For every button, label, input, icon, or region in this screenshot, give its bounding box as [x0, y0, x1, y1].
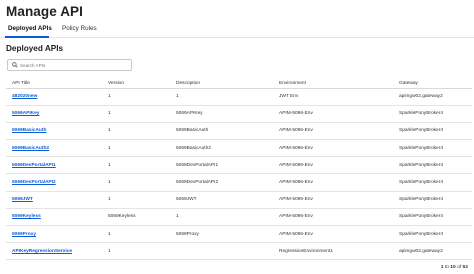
deployed-apis-table: API Title Version Description Environmen…	[6, 79, 472, 261]
table-row: APIKeyRegressionService 1 RegressionEnvi…	[6, 242, 472, 261]
table-row: 5069BasicAuth 1 5069BasicAuth APIM-5096-…	[6, 122, 472, 141]
tab-deployed-apis[interactable]: Deployed APIs	[8, 25, 52, 32]
table-row: 5069Keyless 5069Keyless 1 APIM-5096-Env …	[6, 208, 472, 227]
api-title-link[interactable]: 5069DevPortalAPI2	[12, 180, 56, 185]
gateway-cell: SparklePonyBroker4	[393, 139, 472, 158]
gateway-cell: apimgw02.gateway2	[393, 242, 472, 261]
version-cell: 1	[102, 105, 170, 123]
description-cell: 5069DevPortalAPI2	[170, 173, 273, 192]
gateway-cell: apimgw02.gateway2	[393, 88, 472, 106]
gateway-cell: SparklePonyBroker4	[393, 156, 472, 175]
description-cell: 5069APIKey	[170, 105, 273, 123]
column-header-version[interactable]: Version	[102, 79, 170, 89]
api-title-cell: 5069BasicAuth	[6, 122, 102, 141]
api-title-link[interactable]: APIKeyRegressionService	[12, 249, 72, 254]
version-cell: 1	[102, 225, 170, 244]
table-header-row: API Title Version Description Environmen…	[6, 79, 472, 89]
version-cell: 1	[102, 173, 170, 192]
gateway-cell: SparklePonyBroker4	[393, 105, 472, 123]
environment-cell: APIM-5096-Env	[273, 105, 393, 123]
gateway-cell: SparklePonyBroker4	[393, 173, 472, 192]
table-row: 5069BasicAuth2 1 5069BasicAuth2 APIM-509…	[6, 139, 472, 158]
environment-cell: JWT Env	[273, 88, 393, 106]
pagination-end: 10	[450, 265, 456, 270]
environment-cell: APIM-5096-Env	[273, 122, 393, 141]
search-input[interactable]	[20, 62, 130, 68]
api-title-cell: 5069JWT	[6, 191, 102, 209]
api-title-link[interactable]: 482020new	[12, 94, 37, 99]
api-title-link[interactable]: 5069JWT	[12, 197, 33, 202]
description-cell: 5069BasicAuth2	[170, 139, 273, 158]
tab-policy-rules[interactable]: Policy Rules	[62, 25, 97, 32]
gateway-cell: SparklePonyBroker4	[393, 122, 472, 141]
api-title-link[interactable]: 5069BasicAuth2	[12, 146, 49, 151]
environment-cell: APIM-5096-Env	[273, 173, 393, 192]
version-cell: 1	[102, 191, 170, 209]
api-title-cell: 5069DevPortalAPI2	[6, 173, 102, 192]
api-title-cell: 5069DevPortalAPI1	[6, 156, 102, 175]
api-title-link[interactable]: 5069BasicAuth	[12, 128, 46, 133]
column-header-description[interactable]: Description	[170, 79, 273, 89]
search-box[interactable]	[7, 59, 132, 71]
table-row: 5069JWT 1 5069JWT APIM-5096-Env SparkleP…	[6, 191, 472, 209]
api-title-cell: 5069Proxy	[6, 225, 102, 244]
table-row: 5069APIKey 1 5069APIKey APIM-5096-Env Sp…	[6, 105, 472, 123]
version-cell: 1	[102, 156, 170, 175]
pagination-total: 52	[462, 265, 468, 270]
version-cell: 1	[102, 139, 170, 158]
environment-cell: APIM-5096-Env	[273, 156, 393, 175]
api-title-cell: 482020new	[6, 88, 102, 106]
description-cell: 5069DevPortalAPI1	[170, 156, 273, 175]
table-row: 5069Proxy 1 5069Proxy APIM-5096-Env Spar…	[6, 225, 472, 244]
gateway-cell: SparklePonyBroker4	[393, 208, 472, 227]
environment-cell: APIM-5096-Env	[273, 208, 393, 227]
api-title-link[interactable]: 5069Proxy	[12, 232, 36, 237]
environment-cell: APIM-5096-Env	[273, 191, 393, 209]
column-header-api-title[interactable]: API Title	[6, 79, 102, 89]
description-cell	[170, 242, 273, 261]
gateway-cell: SparklePonyBroker4	[393, 225, 472, 244]
description-cell: 5069JWT	[170, 191, 273, 209]
version-cell: 1	[102, 88, 170, 106]
description-cell: 1	[170, 208, 273, 227]
api-title-link[interactable]: 5069Keyless	[12, 214, 41, 219]
pagination-start: 1	[440, 265, 444, 270]
api-title-cell: 5069Keyless	[6, 208, 102, 227]
page-title: Manage API	[6, 4, 84, 19]
column-header-gateway[interactable]: Gateway	[393, 79, 472, 89]
search-icon	[11, 62, 18, 69]
pagination-of: of	[457, 265, 462, 270]
environment-cell: RegressionEnvironment1	[273, 242, 393, 261]
column-header-environment[interactable]: Environment	[273, 79, 393, 89]
table-row: 5069DevPortalAPI2 1 5069DevPortalAPI2 AP…	[6, 173, 472, 192]
api-title-cell: 5069BasicAuth2	[6, 139, 102, 158]
version-cell: 5069Keyless	[102, 208, 170, 227]
api-title-cell: APIKeyRegressionService	[6, 242, 102, 261]
api-title-link[interactable]: 5069APIKey	[12, 111, 39, 116]
section-title: Deployed APIs	[6, 44, 64, 53]
active-tab-indicator	[5, 36, 49, 38]
environment-cell: APIM-5096-Env	[273, 225, 393, 244]
description-cell: 5069BasicAuth	[170, 122, 273, 141]
pagination-to: to	[444, 265, 449, 270]
version-cell: 1	[102, 122, 170, 141]
gateway-cell: SparklePonyBroker4	[393, 191, 472, 209]
description-cell: 5069Proxy	[170, 225, 273, 244]
api-title-cell: 5069APIKey	[6, 105, 102, 123]
api-title-link[interactable]: 5069DevPortalAPI1	[12, 163, 56, 168]
description-cell: 1	[170, 88, 273, 106]
environment-cell: APIM-5096-Env	[273, 139, 393, 158]
pagination-status: 1 to 10 of 52	[441, 265, 468, 270]
version-cell: 1	[102, 242, 170, 261]
table-row: 482020new 1 1 JWT Env apimgw02.gateway2	[6, 88, 472, 106]
tab-bar: Deployed APIs Policy Rules	[0, 22, 474, 38]
table-row: 5069DevPortalAPI1 1 5069DevPortalAPI1 AP…	[6, 156, 472, 175]
